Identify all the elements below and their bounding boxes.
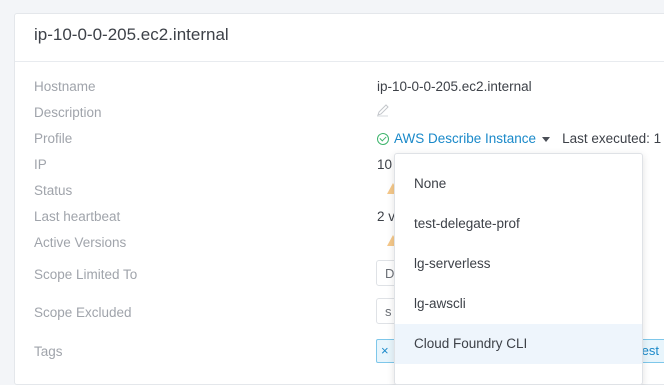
scope-limited-label: Scope Limited To xyxy=(34,267,138,282)
hostname-label: Hostname xyxy=(34,79,96,94)
last-heartbeat-value: 2 v xyxy=(377,209,396,224)
profile-selector[interactable]: AWS Describe Instance xyxy=(394,131,536,146)
profile-label: Profile xyxy=(34,131,73,146)
header-divider xyxy=(15,61,664,62)
status-label: Status xyxy=(34,183,73,198)
last-executed-text: Last executed: 1 xyxy=(562,131,662,146)
ip-label: IP xyxy=(34,157,47,172)
profile-value-row: AWS Describe Instance Last executed: 1 xyxy=(377,131,661,146)
dropdown-option-cloud-foundry-cli[interactable]: Cloud Foundry CLI xyxy=(395,324,642,364)
last-heartbeat-label: Last heartbeat xyxy=(34,209,121,224)
tags-label: Tags xyxy=(34,344,63,359)
scope-excluded-label: Scope Excluded xyxy=(34,305,132,320)
pencil-icon[interactable] xyxy=(376,103,390,117)
close-icon[interactable]: × xyxy=(381,343,389,358)
ip-value: 10 xyxy=(377,157,393,172)
dropdown-option-test-delegate-prof[interactable]: test-delegate-prof xyxy=(395,204,642,244)
active-versions-label: Active Versions xyxy=(34,235,127,250)
page-title: ip-10-0-0-205.ec2.internal xyxy=(34,25,229,44)
check-circle-icon xyxy=(377,133,389,145)
hostname-value: ip-10-0-0-205.ec2.internal xyxy=(377,79,532,94)
dropdown-option-lg-serverless[interactable]: lg-serverless xyxy=(395,244,642,284)
description-label: Description xyxy=(34,105,102,120)
dropdown-option-none[interactable]: None xyxy=(395,164,642,204)
dropdown-option-lg-awscli[interactable]: lg-awscli xyxy=(395,284,642,324)
caret-down-icon[interactable] xyxy=(542,136,551,142)
profile-dropdown-menu: None test-delegate-prof lg-serverless lg… xyxy=(394,153,643,385)
